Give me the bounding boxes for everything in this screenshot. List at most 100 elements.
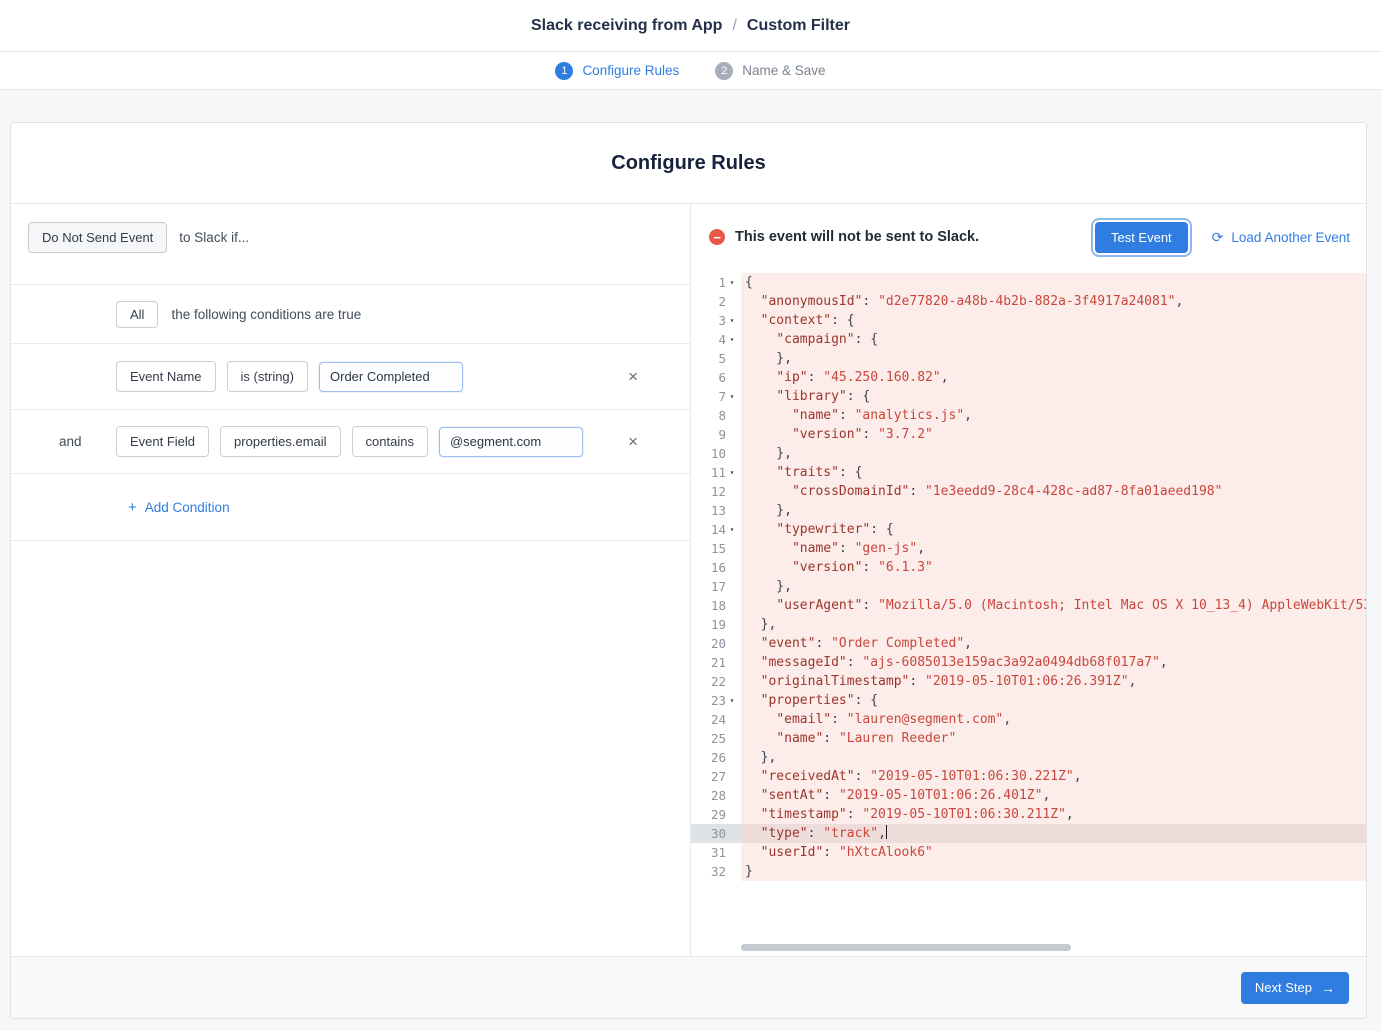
editor-code-area[interactable]: { "anonymousId": "d2e77820-a48b-4b2b-882… [741,270,1366,956]
step-configure-rules[interactable]: 1 Configure Rules [555,62,679,80]
test-event-button[interactable]: Test Event [1095,222,1188,253]
code-line-4[interactable]: "campaign": { [741,330,1366,349]
code-line-13[interactable]: }, [741,501,1366,520]
line-number: 17 [711,579,726,594]
line-number: 4 [718,332,726,347]
card-footer: Next Step → [11,956,1366,1018]
plus-icon: + [128,499,137,516]
line-number: 25 [711,731,726,746]
code-line-9[interactable]: "version": "3.7.2" [741,425,1366,444]
line-number: 10 [711,446,726,461]
breadcrumb-separator: / [732,17,736,35]
breadcrumb-page: Custom Filter [747,17,850,35]
breadcrumb: Slack receiving from App / Custom Filter [531,17,850,35]
code-line-29[interactable]: "timestamp": "2019-05-10T01:06:30.211Z", [741,805,1366,824]
step-1-badge: 1 [555,62,573,80]
code-line-2[interactable]: "anonymousId": "d2e77820-a48b-4b2b-882a-… [741,292,1366,311]
line-number: 18 [711,598,726,613]
code-line-7[interactable]: "library": { [741,387,1366,406]
add-condition-row: + Add Condition [11,474,690,541]
card-header: Configure Rules [11,123,1366,204]
code-line-30[interactable]: "type": "track", [741,824,1366,843]
code-line-32[interactable]: } [741,862,1366,881]
fold-toggle-icon[interactable]: ▾ [726,392,738,401]
code-line-8[interactable]: "name": "analytics.js", [741,406,1366,425]
filter-action-suffix: to Slack if... [179,230,249,245]
match-type-dropdown[interactable]: All [116,301,158,328]
blocked-minus-icon: − [709,229,725,245]
fold-toggle-icon[interactable]: ▾ [726,696,738,705]
add-condition-button[interactable]: + Add Condition [128,499,230,516]
breadcrumb-destination[interactable]: Slack receiving from App [531,17,722,35]
code-line-16[interactable]: "version": "6.1.3" [741,558,1366,577]
code-line-24[interactable]: "email": "lauren@segment.com", [741,710,1366,729]
next-step-button[interactable]: Next Step → [1241,972,1349,1004]
code-line-27[interactable]: "receivedAt": "2019-05-10T01:06:30.221Z"… [741,767,1366,786]
line-number: 6 [718,370,726,385]
toolbar-actions: Test Event ⟳ Load Another Event [1095,222,1350,253]
code-line-15[interactable]: "name": "gen-js", [741,539,1366,558]
horizontal-scrollbar[interactable] [741,944,1071,951]
refresh-icon: ⟳ [1212,229,1224,246]
code-line-14[interactable]: "typewriter": { [741,520,1366,539]
code-line-6[interactable]: "ip": "45.250.160.82", [741,368,1366,387]
line-number: 26 [711,750,726,765]
code-line-17[interactable]: }, [741,577,1366,596]
fold-toggle-icon[interactable]: ▾ [726,468,738,477]
condition-2-property-dropdown[interactable]: properties.email [220,426,341,457]
line-number: 31 [711,845,726,860]
filter-action-dropdown[interactable]: Do Not Send Event [28,222,167,253]
arrow-right-icon: → [1321,980,1335,996]
step-2-label: Name & Save [742,63,825,78]
code-line-19[interactable]: }, [741,615,1366,634]
step-name-save[interactable]: 2 Name & Save [715,62,825,80]
code-line-28[interactable]: "sentAt": "2019-05-10T01:06:26.401Z", [741,786,1366,805]
code-line-22[interactable]: "originalTimestamp": "2019-05-10T01:06:2… [741,672,1366,691]
line-number: 14 [711,522,726,537]
code-line-31[interactable]: "userId": "hXtcAlook6" [741,843,1366,862]
top-header: Slack receiving from App / Custom Filter [0,0,1381,52]
line-number: 30 [711,826,726,841]
line-number: 1 [718,275,726,290]
code-line-5[interactable]: }, [741,349,1366,368]
filter-builder-panel: Do Not Send Event to Slack if... All the… [11,204,691,956]
condition-2-field-dropdown[interactable]: Event Field [116,426,209,457]
filter-action-row: Do Not Send Event to Slack if... [11,204,690,253]
condition-2-remove-button[interactable]: × [624,429,642,454]
load-another-event-label: Load Another Event [1231,230,1350,245]
fold-toggle-icon[interactable]: ▾ [726,335,738,344]
json-event-editor[interactable]: 1▾23▾4▾567▾891011▾121314▾151617181920212… [691,270,1366,956]
load-another-event-link[interactable]: ⟳ Load Another Event [1212,229,1350,246]
line-number: 23 [711,693,726,708]
condition-row-1: Event Name is (string) × [11,344,690,410]
code-line-23[interactable]: "properties": { [741,691,1366,710]
code-line-1[interactable]: { [741,273,1366,292]
line-number: 32 [711,864,726,879]
condition-1-field-dropdown[interactable]: Event Name [116,361,216,392]
condition-2-operator-dropdown[interactable]: contains [352,426,428,457]
configure-rules-card: Configure Rules Do Not Send Event to Sla… [10,122,1367,1019]
match-type-row: All the following conditions are true [11,285,690,344]
condition-1-remove-button[interactable]: × [624,364,642,389]
code-line-26[interactable]: }, [741,748,1366,767]
text-cursor [886,825,887,839]
code-line-25[interactable]: "name": "Lauren Reeder" [741,729,1366,748]
code-line-21[interactable]: "messageId": "ajs-6085013e159ac3a92a0494… [741,653,1366,672]
condition-2-value-input[interactable] [439,427,583,457]
fold-toggle-icon[interactable]: ▾ [726,525,738,534]
add-condition-label: Add Condition [145,500,230,515]
code-line-10[interactable]: }, [741,444,1366,463]
line-number: 22 [711,674,726,689]
code-line-18[interactable]: "userAgent": "Mozilla/5.0 (Macintosh; In… [741,596,1366,615]
code-line-3[interactable]: "context": { [741,311,1366,330]
line-number: 27 [711,769,726,784]
code-line-12[interactable]: "crossDomainId": "1e3eedd9-28c4-428c-ad8… [741,482,1366,501]
code-line-20[interactable]: "event": "Order Completed", [741,634,1366,653]
condition-1-operator-dropdown[interactable]: is (string) [227,361,308,392]
condition-1-value-input[interactable] [319,362,463,392]
fold-toggle-icon[interactable]: ▾ [726,316,738,325]
fold-toggle-icon[interactable]: ▾ [726,278,738,287]
line-number: 20 [711,636,726,651]
conjunction-label: and [59,434,82,449]
code-line-11[interactable]: "traits": { [741,463,1366,482]
